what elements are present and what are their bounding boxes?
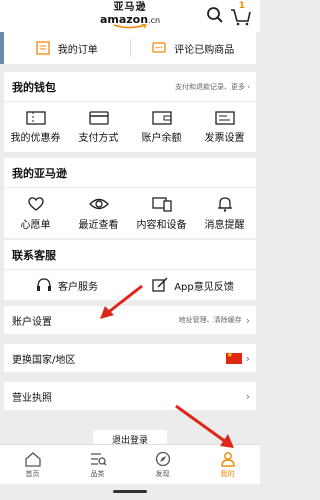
tab-discover[interactable]: 发现 xyxy=(130,445,195,484)
my-amazon-grid: 心愿单 最近查看 内容和设备 消息提醒 xyxy=(4,188,256,238)
business-license-row[interactable]: 营业执照 › xyxy=(4,382,256,410)
profile-icon xyxy=(220,451,235,467)
coupon-label: 我的优惠券 xyxy=(10,132,61,144)
wishlist-label: 心愿单 xyxy=(20,219,51,231)
my-orders-label: 我的订单 xyxy=(57,44,98,56)
feedback-label: App意见反馈 xyxy=(174,281,234,293)
review-items-button[interactable]: 评论已购商品 xyxy=(131,41,257,56)
coupon-icon xyxy=(25,110,46,125)
chevron-right-icon: › xyxy=(245,313,250,327)
comment-icon xyxy=(152,42,166,53)
discover-icon xyxy=(155,451,170,466)
contact-service-title: 联系客服 xyxy=(12,248,56,262)
content-devices-label: 内容和设备 xyxy=(136,219,187,231)
tab-category-label: 品类 xyxy=(90,469,105,478)
edit-icon xyxy=(152,277,168,292)
account-settings-hint: 地址管理、清除缓存 xyxy=(178,316,242,324)
home-icon xyxy=(24,451,41,467)
wallet-grid: 我的优惠券 支付方式 账户余额 发票设置 xyxy=(4,102,256,152)
my-amazon-section: 我的亚马逊 心愿单 最近查看 内容和设备 消息提醒 xyxy=(4,158,256,238)
wallet-more-link[interactable]: 支付和退款记录、更多 › xyxy=(175,82,250,92)
balance-button[interactable]: 账户余额 xyxy=(130,110,193,144)
bell-icon xyxy=(217,196,232,212)
china-flag-icon xyxy=(225,351,242,364)
feedback-button[interactable]: App意见反馈 xyxy=(130,277,256,293)
recently-viewed-button[interactable]: 最近查看 xyxy=(67,196,130,231)
my-amazon-header: 我的亚马逊 xyxy=(4,158,256,188)
customer-service-label: 客户服务 xyxy=(58,281,98,293)
app-header: 亚马逊 amazon.cn 1 xyxy=(0,0,260,32)
wallet-section: 我的钱包 支付和退款记录、更多 › 我的优惠券 支付方式 账户余额 发票设置 xyxy=(4,72,256,152)
tab-category[interactable]: 品类 xyxy=(65,445,130,484)
devices-icon xyxy=(151,196,172,212)
eye-icon xyxy=(88,198,109,209)
customer-service-button[interactable]: 客户服务 xyxy=(4,277,130,293)
notifications-button[interactable]: 消息提醒 xyxy=(193,196,256,231)
wallet-header[interactable]: 我的钱包 支付和退款记录、更多 › xyxy=(4,72,256,102)
notifications-label: 消息提醒 xyxy=(204,219,245,231)
contact-service-header: 联系客服 xyxy=(4,240,256,270)
recently-viewed-label: 最近查看 xyxy=(78,219,119,231)
logo-cn: 亚马逊 xyxy=(113,2,147,13)
balance-label: 账户余额 xyxy=(141,132,182,144)
tab-profile-label: 我的 xyxy=(220,469,235,478)
heart-icon xyxy=(27,196,44,211)
tab-discover-label: 发现 xyxy=(155,469,170,478)
search-icon[interactable] xyxy=(206,6,224,24)
invoice-button[interactable]: 发票设置 xyxy=(193,110,256,144)
tab-home[interactable]: 首页 xyxy=(0,445,65,484)
tab-home-label: 首页 xyxy=(25,469,40,478)
orders-icon xyxy=(36,41,50,55)
card-icon xyxy=(88,110,109,125)
my-amazon-title: 我的亚马逊 xyxy=(12,166,67,180)
coupon-button[interactable]: 我的优惠券 xyxy=(4,110,67,144)
chevron-right-icon: › xyxy=(245,389,250,403)
tab-profile[interactable]: 我的 xyxy=(195,445,260,484)
change-country-row[interactable]: 更换国家/地区 › xyxy=(4,344,256,372)
contact-service-row: 客户服务 App意见反馈 xyxy=(4,270,256,300)
payment-label: 支付方式 xyxy=(78,132,119,144)
wallet-title: 我的钱包 xyxy=(12,80,56,94)
content-devices-button[interactable]: 内容和设备 xyxy=(130,196,193,231)
contact-service-section: 联系客服 客户服务 App意见反馈 xyxy=(4,240,256,300)
home-indicator xyxy=(113,490,147,493)
invoice-label: 发票设置 xyxy=(204,132,245,144)
invoice-icon xyxy=(214,110,235,125)
orders-bar: 我的订单 评论已购商品 xyxy=(4,32,256,64)
amazon-logo[interactable]: 亚马逊 amazon.cn xyxy=(100,3,160,29)
account-settings-label: 账户设置 xyxy=(12,316,52,328)
business-license-label: 营业执照 xyxy=(12,392,52,404)
change-country-label: 更换国家/地区 xyxy=(12,354,76,366)
bottom-tab-bar: 首页 品类 发现 我的 xyxy=(0,444,260,484)
cart-count-badge: 1 xyxy=(238,1,245,11)
review-items-label: 评论已购商品 xyxy=(174,44,235,56)
headset-icon xyxy=(37,278,51,291)
wishlist-button[interactable]: 心愿单 xyxy=(4,196,67,231)
logo-en: amazon.cn xyxy=(99,13,161,26)
category-icon xyxy=(90,452,106,465)
wallet-icon xyxy=(151,110,172,125)
account-settings-row[interactable]: 账户设置 地址管理、清除缓存 › xyxy=(4,306,256,334)
payment-button[interactable]: 支付方式 xyxy=(67,110,130,144)
chevron-right-icon: › xyxy=(245,351,250,365)
my-orders-button[interactable]: 我的订单 xyxy=(4,41,130,56)
